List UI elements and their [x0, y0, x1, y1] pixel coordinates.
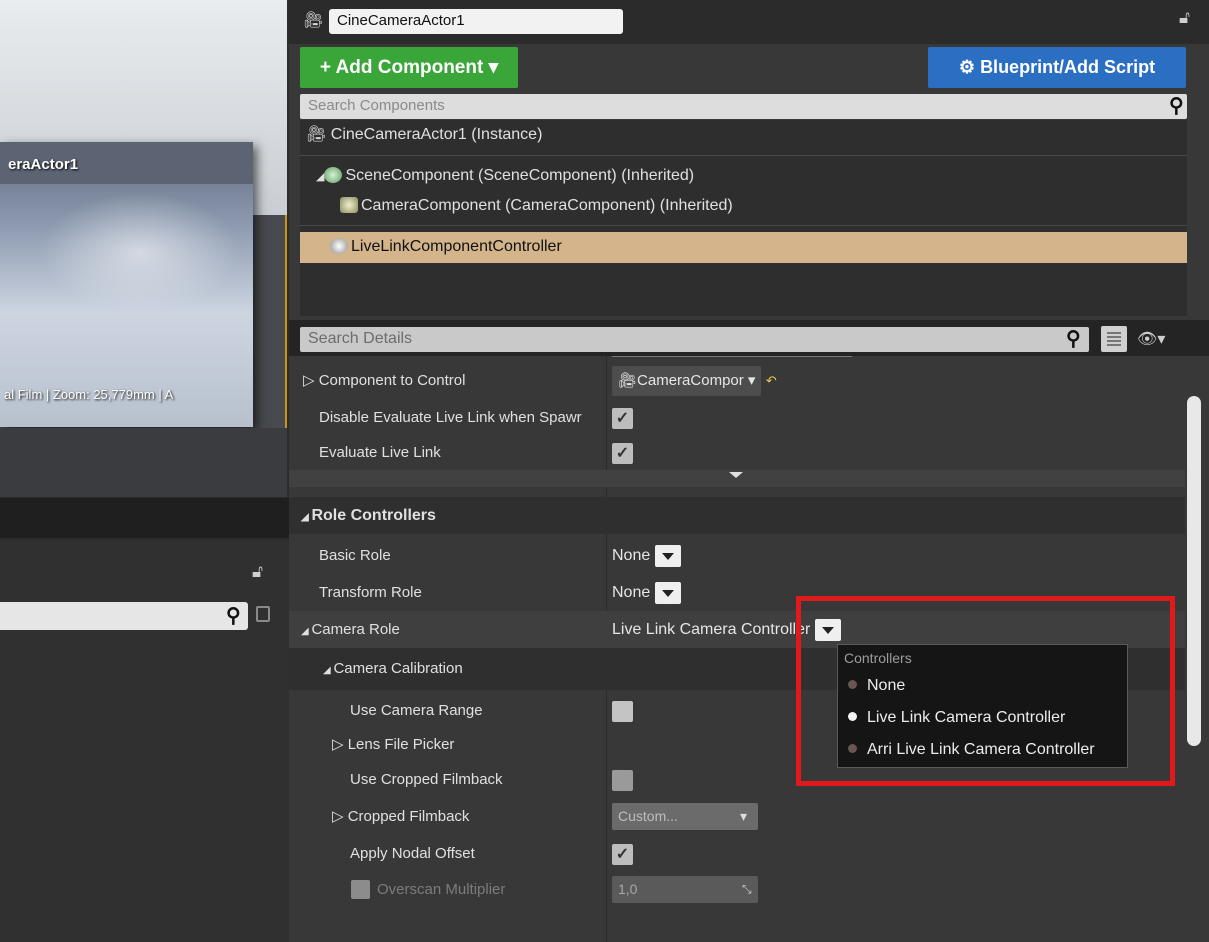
expand-arrow-icon[interactable]: ▷ — [332, 736, 348, 753]
reset-arrow-icon[interactable]: ↶ — [766, 373, 777, 388]
section-label: ◢ Role Controllers — [301, 507, 436, 524]
camera-preview: eraActor1 al Film | Zoom: 25,779mm | A — [0, 142, 253, 427]
tree-item-scene-component[interactable]: ◢ SceneComponent (SceneComponent) (Inheri… — [316, 161, 694, 191]
tree-item-label: SceneComponent (SceneComponent) (Inherit… — [345, 167, 695, 184]
scrollbar-thumb[interactable] — [1187, 396, 1201, 746]
row-overscan-multiplier: Overscan Multiplier 1,0 ⤡ — [289, 871, 1189, 908]
details-scrollbar[interactable] — [1185, 396, 1203, 942]
row-evaluate-live-link: Evaluate Live Link ✓ — [289, 434, 1189, 471]
row-cropped-filmback: ▷ Cropped Filmback Custom... ▾ — [289, 798, 1189, 835]
left-panel: eraActor1 al Film | Zoom: 25,779mm | A 🔓… — [0, 0, 289, 942]
gears-icon: ⚙︎ — [958, 57, 981, 77]
left-tab-bar — [0, 498, 289, 538]
resize-icon: ⤡ — [742, 882, 752, 896]
camera-component-icon: 🎥︎ — [618, 372, 638, 389]
tree-root-label: CineCameraActor1 (Instance) — [330, 126, 543, 143]
row-label: ◢ Camera Role — [301, 621, 400, 638]
search-details-input[interactable]: Search Details ⚲ — [300, 327, 1089, 352]
overscan-multiplier-checkbox[interactable] — [351, 880, 370, 899]
section-role-controllers[interactable]: ◢ Role Controllers — [289, 497, 1189, 534]
viewport[interactable]: eraActor1 al Film | Zoom: 25,779mm | A — [0, 0, 287, 497]
row-label: Transform Role — [319, 584, 422, 601]
row-label: Evaluate Live Link — [319, 444, 441, 461]
expand-arrow-icon[interactable]: ▷ — [303, 372, 319, 389]
blueprint-label: Blueprint/Add Script — [980, 57, 1156, 77]
row-label: Use Camera Range — [350, 702, 483, 719]
row-basic-role: Basic Role None — [289, 537, 1189, 574]
tree-item-live-link-controller[interactable]: LiveLinkComponentController — [300, 232, 1187, 263]
lock-icon[interactable]: 🔓︎ — [252, 562, 263, 582]
tree-item-camera-component[interactable]: CameraComponent (CameraComponent) (Inher… — [340, 191, 733, 221]
actor-name-field[interactable]: CineCameraActor1 — [329, 9, 623, 34]
expand-down-icon — [729, 472, 743, 478]
details-panel: 🎥︎ CineCameraActor1 🔓︎ + Add Component ▾… — [289, 0, 1209, 942]
collapse-arrow-icon: ◢ — [301, 512, 312, 523]
row-label: ▷ Lens File Picker — [332, 736, 455, 753]
blueprint-add-script-button[interactable]: ⚙︎ Blueprint/Add Script — [928, 47, 1186, 88]
outliner-panel: 🔓︎ ⚲ — [0, 540, 289, 942]
search-icon[interactable]: ⚲ — [1169, 93, 1184, 118]
dropdown-icon[interactable] — [655, 581, 682, 604]
viewport-ground — [0, 428, 287, 497]
dropdown-icon[interactable] — [655, 544, 682, 567]
apply-nodal-offset-checkbox[interactable]: ✓ — [612, 844, 633, 865]
outliner-search-input[interactable]: ⚲ — [0, 602, 248, 630]
editor-window: eraActor1 al Film | Zoom: 25,779mm | A 🔓… — [0, 0, 1209, 942]
advanced-expand-bar[interactable] — [289, 470, 1189, 487]
row-label: Apply Nodal Offset — [350, 845, 475, 862]
evaluate-live-link-checkbox[interactable]: ✓ — [612, 443, 633, 464]
row-label: ▷ Cropped Filmback — [332, 808, 470, 825]
camera-actor-icon: 🎥︎ — [306, 126, 331, 143]
collapse-arrow-icon[interactable]: ◢ — [316, 171, 324, 183]
camera-preview-info: al Film | Zoom: 25,779mm | A — [4, 387, 174, 402]
actor-header: 🎥︎ CineCameraActor1 🔓︎ — [289, 0, 1209, 44]
use-camera-range-checkbox[interactable] — [612, 701, 633, 722]
cropped-filmback-combo[interactable]: Custom... ▾ — [612, 803, 758, 830]
disable-evaluate-checkbox[interactable]: ✓ — [612, 408, 633, 429]
row-apply-nodal-offset: Apply Nodal Offset ✓ — [289, 835, 1189, 872]
overscan-multiplier-field[interactable]: 1,0 ⤡ — [612, 876, 758, 903]
tree-root-row[interactable]: 🎥︎ CineCameraActor1 (Instance) — [306, 120, 542, 150]
row-label: Overscan Multiplier — [377, 881, 506, 898]
camera-actor-icon: 🎥︎ — [303, 12, 324, 29]
row-label: Basic Role — [319, 547, 391, 564]
tree-item-label: CameraComponent (CameraComponent) (Inher… — [361, 197, 733, 214]
save-icon[interactable] — [256, 606, 270, 622]
row-disable-evaluate-live-link: Disable Evaluate Live Link when Spawr ✓ — [289, 399, 1189, 436]
expand-arrow-icon[interactable]: ▷ — [332, 808, 348, 825]
eye-icon[interactable]: 👁︎▾ — [1137, 329, 1165, 349]
property-matrix-icon[interactable] — [1101, 326, 1127, 352]
section-label: ◢ Camera Calibration — [323, 660, 463, 677]
search-details-placeholder: Search Details — [308, 330, 413, 347]
basic-role-combo[interactable]: None — [612, 537, 682, 574]
search-components-placeholder: Search Components — [308, 97, 445, 114]
dropdown-arrow-icon: ▾ — [740, 808, 748, 824]
details-search-bar: Search Details ⚲ 👁︎▾ — [289, 320, 1209, 356]
row-component-to-control: ▷ Component to Control 🎥︎CameraCompor ▾ … — [289, 362, 1189, 399]
collapse-arrow-icon: ◢ — [323, 665, 334, 676]
lock-icon[interactable]: 🔓︎ — [1179, 8, 1190, 28]
transform-role-combo[interactable]: None — [612, 574, 682, 611]
row-label: Disable Evaluate Live Link when Spawr — [319, 409, 582, 426]
use-cropped-filmback-checkbox[interactable] — [612, 770, 633, 791]
scene-component-icon — [324, 167, 343, 183]
camera-component-icon — [340, 197, 358, 213]
camera-preview-title: eraActor1 — [8, 156, 79, 173]
search-icon[interactable]: ⚲ — [1066, 326, 1081, 351]
component-to-control-combo[interactable]: 🎥︎CameraCompor ▾ ↶ — [612, 362, 777, 399]
row-label: ▷ Component to Control — [303, 372, 466, 389]
collapse-arrow-icon[interactable]: ◢ — [301, 626, 311, 637]
annotation-highlight-box — [796, 596, 1175, 786]
component-tree: 🎥︎ CineCameraActor1 (Instance) ◢ SceneCom… — [300, 120, 1187, 316]
add-component-button[interactable]: + Add Component ▾ — [300, 47, 518, 88]
row-label: Use Cropped Filmback — [350, 771, 503, 788]
search-icon: ⚲ — [226, 605, 241, 627]
tree-item-label: LiveLinkComponentController — [351, 238, 562, 255]
live-link-icon — [330, 238, 348, 254]
search-components-input[interactable]: Search Components ⚲ — [300, 94, 1187, 119]
